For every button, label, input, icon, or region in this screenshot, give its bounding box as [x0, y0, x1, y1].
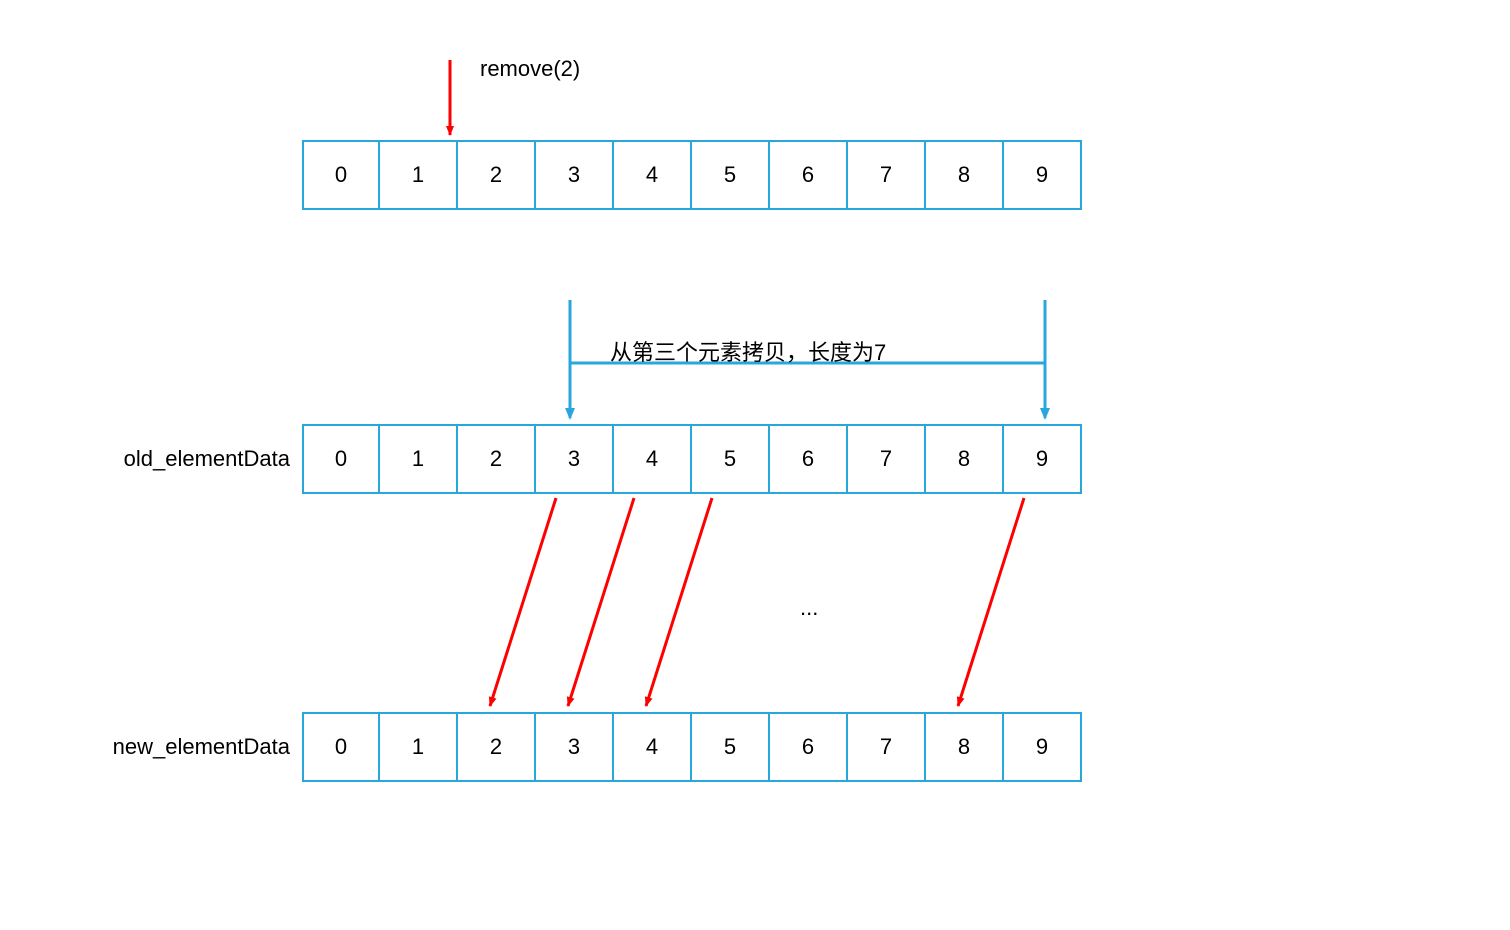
array-cell: 0	[302, 140, 380, 210]
array-cell: 7	[848, 712, 926, 782]
array-cell: 2	[458, 424, 536, 494]
array-cell: 6	[770, 712, 848, 782]
array-cell: 2	[458, 140, 536, 210]
array-cell: 0	[302, 424, 380, 494]
shift-arrow-3-2	[490, 498, 556, 706]
array-new: 0 1 2 3 4 5 6 7 8 9	[302, 712, 1082, 782]
array-initial: 0 1 2 3 4 5 6 7 8 9	[302, 140, 1082, 210]
array-cell: 8	[926, 140, 1004, 210]
array-cell: 3	[536, 140, 614, 210]
old-array-label: old_elementData	[95, 446, 290, 472]
array-cell: 5	[692, 140, 770, 210]
array-cell: 4	[614, 140, 692, 210]
array-cell: 5	[692, 712, 770, 782]
array-cell: 0	[302, 712, 380, 782]
array-cell: 1	[380, 424, 458, 494]
shift-arrow-4-3	[568, 498, 634, 706]
array-cell: 7	[848, 424, 926, 494]
array-cell: 9	[1004, 140, 1082, 210]
array-cell: 8	[926, 712, 1004, 782]
array-cell: 1	[380, 712, 458, 782]
array-cell: 9	[1004, 712, 1082, 782]
diagram-stage: remove(2) 0 1 2 3 4 5 6 7 8 9 从第三个元素拷贝，长…	[0, 0, 1510, 930]
shift-arrow-5-4	[646, 498, 712, 706]
array-cell: 7	[848, 140, 926, 210]
array-cell: 6	[770, 140, 848, 210]
array-cell: 9	[1004, 424, 1082, 494]
remove-call-label: remove(2)	[480, 56, 580, 82]
array-cell: 3	[536, 424, 614, 494]
new-array-label: new_elementData	[85, 734, 290, 760]
array-cell: 8	[926, 424, 1004, 494]
copy-note-label: 从第三个元素拷贝，长度为7	[610, 335, 886, 367]
array-old: 0 1 2 3 4 5 6 7 8 9	[302, 424, 1082, 494]
array-cell: 3	[536, 712, 614, 782]
ellipsis: ...	[800, 595, 818, 621]
shift-arrow-9-8	[958, 498, 1024, 706]
array-cell: 4	[614, 712, 692, 782]
array-cell: 4	[614, 424, 692, 494]
array-cell: 6	[770, 424, 848, 494]
array-cell: 1	[380, 140, 458, 210]
array-cell: 5	[692, 424, 770, 494]
array-cell: 2	[458, 712, 536, 782]
